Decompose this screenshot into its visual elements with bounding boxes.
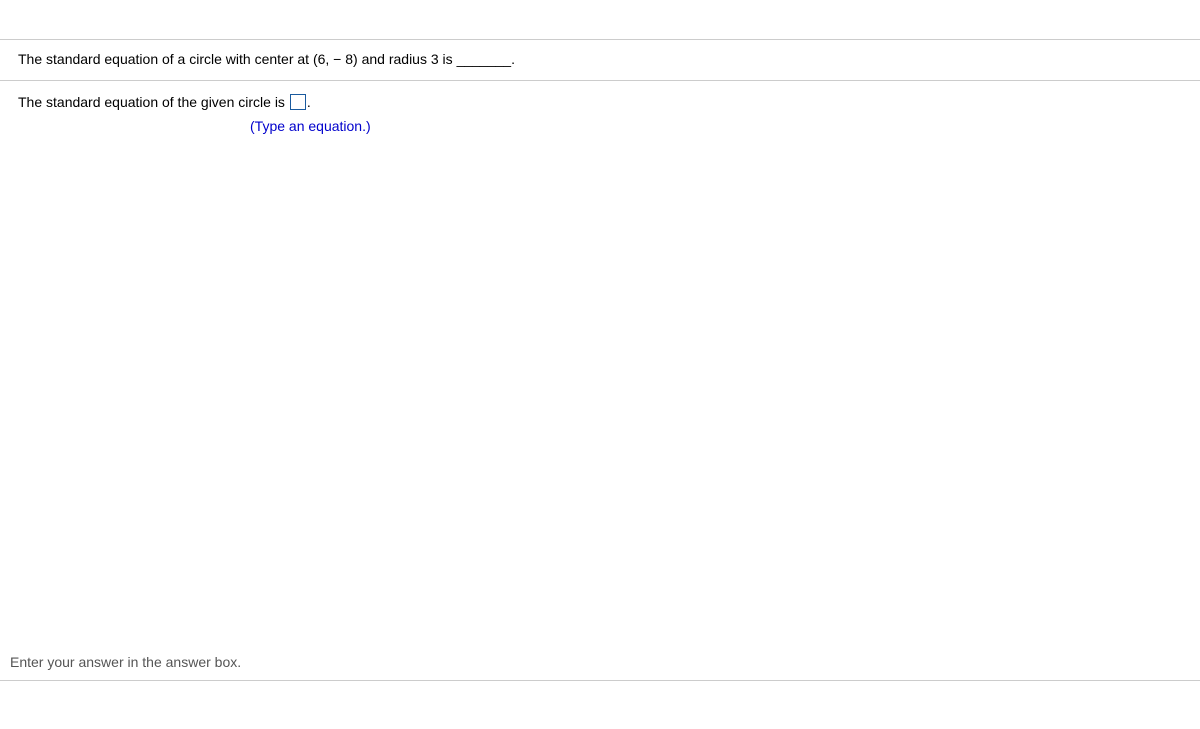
footer-instruction: Enter your answer in the answer box. xyxy=(0,646,1200,681)
question-radius: 3 xyxy=(431,51,439,67)
question-center: (6, − 8) xyxy=(313,51,358,67)
question-prefix: The standard equation of a circle with c… xyxy=(18,51,313,67)
answer-area: The standard equation of the given circl… xyxy=(0,81,1200,138)
answer-hint: (Type an equation.) xyxy=(250,115,1200,137)
question-blank: _______ xyxy=(457,51,512,67)
question-text: The standard equation of a circle with c… xyxy=(0,40,1200,81)
equation-input[interactable] xyxy=(290,94,306,110)
answer-suffix: . xyxy=(307,94,311,110)
footer-text: Enter your answer in the answer box. xyxy=(10,654,241,670)
question-suffix: . xyxy=(511,51,515,67)
question-mid: and radius xyxy=(358,51,431,67)
top-spacer xyxy=(0,0,1200,40)
question-after-radius: is xyxy=(439,51,457,67)
answer-prefix: The standard equation of the given circl… xyxy=(18,94,289,110)
